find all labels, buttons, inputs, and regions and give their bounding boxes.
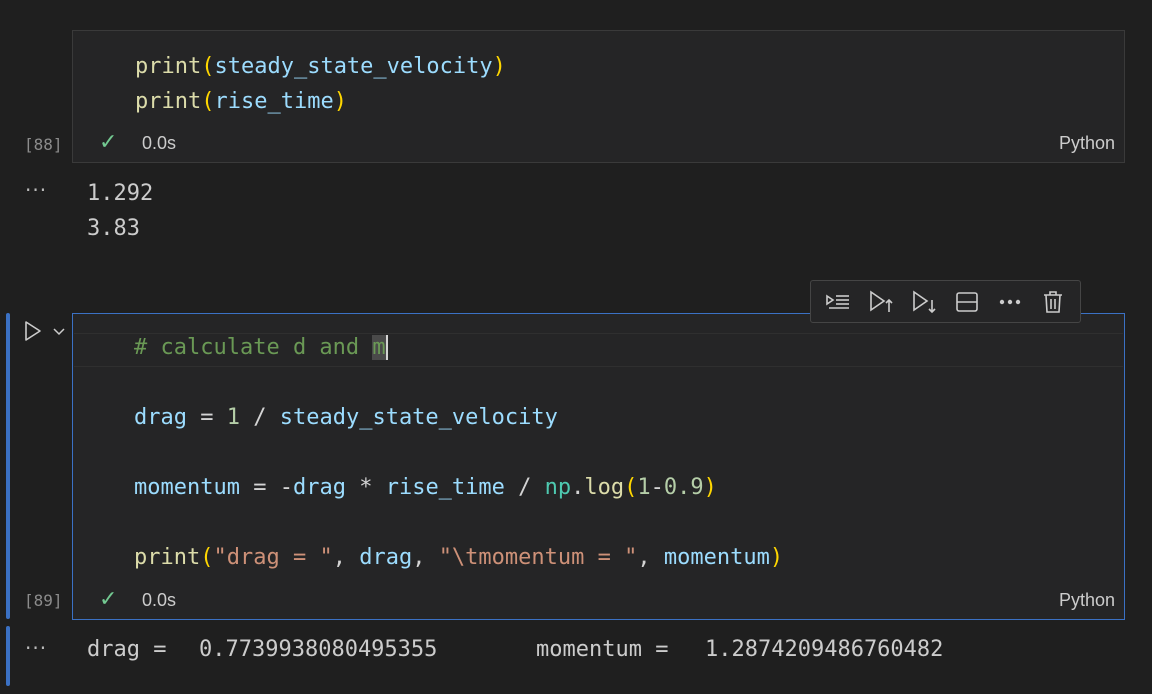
code-token: "drag = " bbox=[213, 545, 333, 570]
code-token: / bbox=[239, 405, 280, 430]
run-by-line-icon bbox=[826, 294, 850, 309]
execute-below-icon bbox=[913, 289, 936, 313]
code-line[interactable]: drag = 1 / steady_state_velocity bbox=[134, 403, 558, 433]
execution-count: [89] bbox=[24, 591, 63, 610]
code-token: "\tmomentum = " bbox=[438, 545, 638, 570]
code-token: rise_time bbox=[214, 89, 334, 114]
code-cell-88[interactable]: print(steady_state_velocity) print(rise_… bbox=[72, 30, 1125, 163]
execute-below-button[interactable] bbox=[908, 286, 940, 318]
play-icon bbox=[25, 321, 41, 341]
code-token: ) bbox=[703, 475, 717, 500]
code-token: 1 bbox=[637, 475, 651, 500]
code-comment: # calculate d and bbox=[134, 335, 373, 360]
code-token: ) bbox=[492, 54, 506, 79]
text-cursor: m bbox=[372, 335, 388, 360]
code-token: momentum bbox=[663, 545, 770, 570]
code-token: / bbox=[504, 475, 545, 500]
code-line[interactable]: # calculate d and m bbox=[134, 333, 388, 363]
execution-time: 0.0s bbox=[142, 133, 177, 153]
code-token: ( bbox=[201, 89, 215, 114]
run-by-line-button[interactable] bbox=[822, 286, 854, 318]
code-line[interactable]: print(rise_time) bbox=[135, 87, 347, 117]
code-token: drag bbox=[359, 545, 413, 570]
trash-icon bbox=[1043, 290, 1062, 313]
code-token: , bbox=[332, 545, 360, 570]
output-more-icon[interactable]: ··· bbox=[25, 178, 47, 202]
cell-toolbar bbox=[810, 280, 1081, 323]
output-line: 3.83 bbox=[87, 216, 140, 241]
split-cell-icon bbox=[956, 291, 978, 312]
code-token: momentum bbox=[134, 475, 240, 500]
code-cell-89[interactable]: # calculate d and m drag = 1 / steady_st… bbox=[72, 313, 1125, 620]
code-token: rise_time bbox=[385, 475, 505, 500]
code-line[interactable]: print("drag = ", drag, "\tmomentum = ", … bbox=[134, 543, 783, 573]
code-token: * bbox=[345, 475, 386, 500]
code-token: = bbox=[239, 475, 280, 500]
code-token: ) bbox=[769, 545, 784, 570]
delete-cell-button[interactable] bbox=[1037, 286, 1069, 318]
run-options-button[interactable] bbox=[50, 320, 68, 342]
success-check-icon: ✓ bbox=[99, 130, 118, 155]
execution-count: [88] bbox=[24, 135, 63, 154]
code-token: , bbox=[412, 545, 439, 570]
code-token: ( bbox=[624, 475, 638, 500]
output-momentum-label: momentum = bbox=[536, 637, 682, 662]
execute-above-icon bbox=[870, 289, 893, 312]
language-selector[interactable]: Python bbox=[1059, 133, 1115, 154]
more-actions-button[interactable] bbox=[994, 286, 1026, 318]
code-token: = bbox=[186, 405, 227, 430]
code-token: steady_state_velocity bbox=[214, 54, 493, 79]
code-line[interactable]: momentum = -drag * rise_time / np.log(1-… bbox=[134, 473, 717, 503]
code-token: 0.9 bbox=[663, 475, 704, 500]
execution-time: 0.0s bbox=[142, 590, 177, 610]
code-token: print bbox=[135, 89, 202, 114]
code-token: np bbox=[544, 475, 572, 500]
output-line: 1.292 bbox=[87, 181, 154, 206]
code-token: print bbox=[135, 54, 202, 79]
code-token: - bbox=[279, 475, 293, 500]
output-focus-indicator bbox=[6, 626, 10, 686]
output-drag-value: 0.7739938080495355 bbox=[199, 637, 438, 662]
split-cell-button[interactable] bbox=[951, 286, 983, 318]
code-token: print bbox=[134, 545, 201, 570]
more-actions-icon bbox=[999, 299, 1020, 304]
output-momentum-value: 1.2874209486760482 bbox=[705, 637, 944, 662]
run-cell-button[interactable] bbox=[20, 318, 46, 344]
code-token: ) bbox=[333, 89, 347, 114]
cell-focus-indicator bbox=[6, 313, 10, 619]
language-selector[interactable]: Python bbox=[1059, 590, 1115, 611]
code-token: log bbox=[584, 475, 625, 500]
code-token: . bbox=[571, 475, 585, 500]
output-drag-label: drag = bbox=[87, 637, 180, 662]
code-token: ( bbox=[200, 545, 214, 570]
code-token: ( bbox=[201, 54, 215, 79]
code-token: drag bbox=[134, 405, 187, 430]
chevron-down-icon bbox=[53, 328, 65, 336]
code-line[interactable]: print(steady_state_velocity) bbox=[135, 52, 506, 82]
output-more-icon[interactable]: ··· bbox=[25, 636, 47, 660]
code-token: drag bbox=[292, 475, 346, 500]
code-token: - bbox=[650, 475, 664, 500]
execute-above-button[interactable] bbox=[865, 286, 897, 318]
code-token: , bbox=[637, 545, 664, 570]
code-token: steady_state_velocity bbox=[279, 405, 558, 430]
code-token: 1 bbox=[226, 405, 240, 430]
success-check-icon: ✓ bbox=[99, 587, 118, 612]
